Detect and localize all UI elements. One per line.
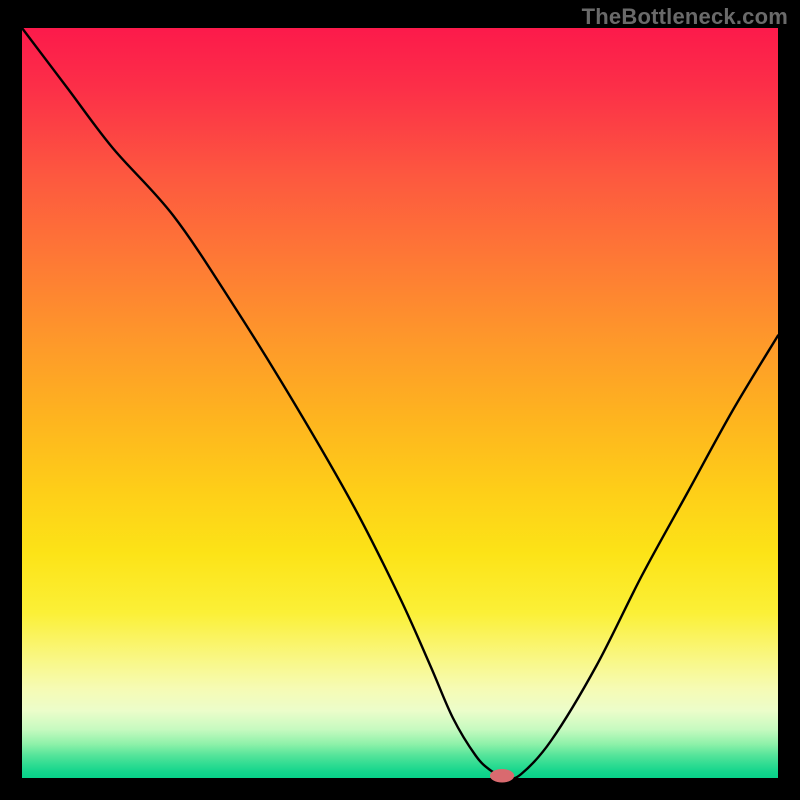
curve-layer (22, 28, 778, 778)
watermark-text: TheBottleneck.com (582, 4, 788, 30)
chart-frame: TheBottleneck.com (0, 0, 800, 800)
optimal-point-marker (490, 769, 514, 783)
plot-area (22, 28, 778, 778)
bottleneck-curve (22, 28, 778, 779)
